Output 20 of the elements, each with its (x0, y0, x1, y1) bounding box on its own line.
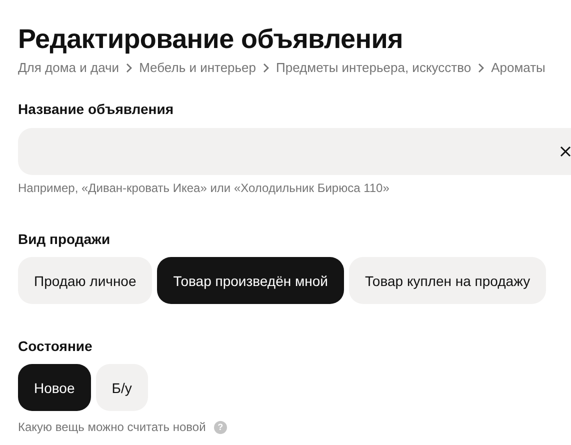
section-label: Состояние (18, 338, 94, 354)
option-chip[interactable]: Продаю личное (18, 257, 152, 304)
chevron-icon (477, 62, 486, 72)
breadcrumb-link[interactable]: Ароматы (491, 60, 546, 75)
section-label: Вид продажи (18, 231, 112, 247)
breadcrumb-link[interactable]: Мебель и интерьер (139, 60, 256, 75)
title-input-field[interactable] (18, 128, 571, 175)
option-chip[interactable]: Новое (18, 364, 91, 411)
chevron-icon (262, 62, 270, 72)
breadcrumb-link[interactable]: Предметы интерьера, искусство (276, 60, 472, 75)
close-icon[interactable] (560, 146, 571, 157)
option-chip[interactable]: Товар произведён мной (157, 257, 344, 304)
chevron-icon (125, 62, 134, 72)
field-label: Название объявления (18, 101, 175, 117)
option-chip[interactable]: Товар куплен на продажу (348, 257, 546, 304)
field-hint: Например, «Диван-кровать Икеа» или «Холодильник Бирюса 110» (18, 181, 390, 195)
page-title: Редактирование объявления (18, 23, 404, 56)
option-chip[interactable]: Б/у (96, 364, 148, 411)
help-link[interactable]: Какую вещь можно считать новой (18, 420, 206, 434)
breadcrumb-link[interactable]: Для дома и дачи (18, 60, 120, 75)
